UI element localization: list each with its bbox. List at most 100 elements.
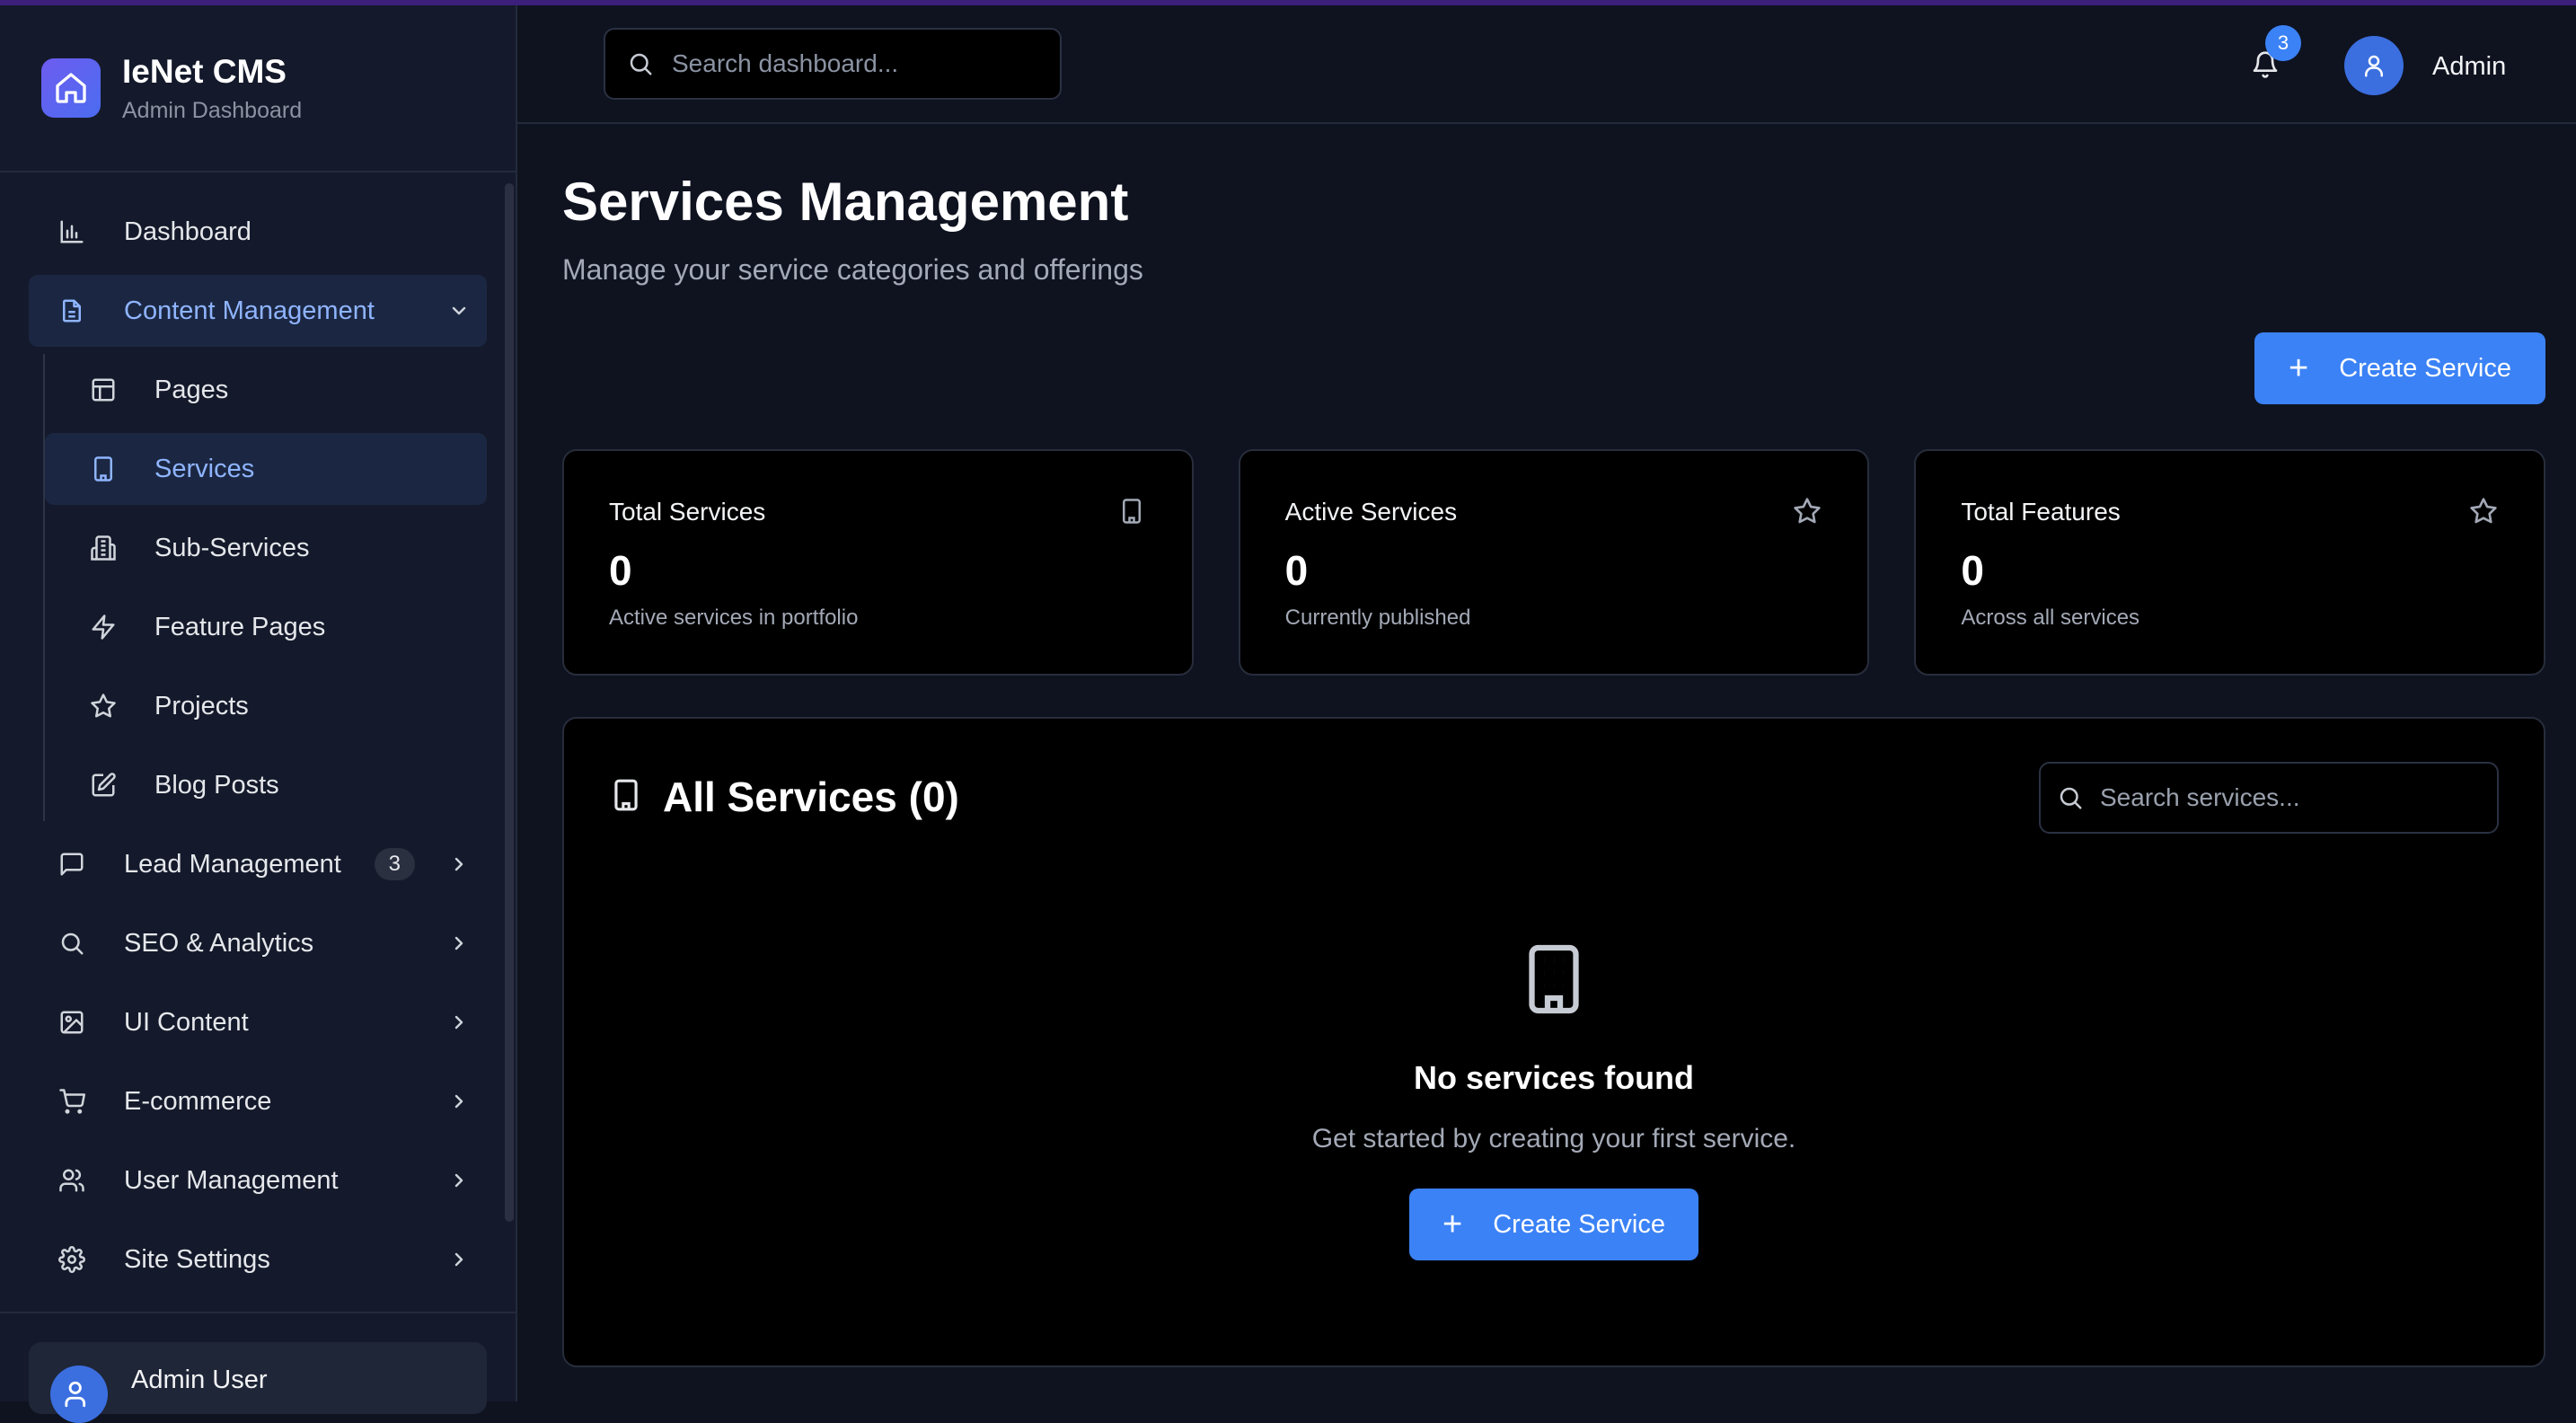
bar-chart-icon (56, 216, 88, 248)
user-menu-name[interactable]: Admin (2432, 52, 2506, 82)
sidebar-item-label: Sub-Services (154, 533, 310, 562)
sidebar-divider (0, 1312, 516, 1313)
sidebar-item-label: SEO & Analytics (124, 928, 314, 958)
sidebar-item-lead-management[interactable]: Lead Management 3 (29, 828, 487, 900)
empty-state-text: Get started by creating your first servi… (1311, 1124, 1796, 1153)
sidebar-nav: Dashboard Content Management Pages Servi… (29, 196, 487, 1303)
stat-card-active-services: Active Services 0 Currently published (1238, 449, 1870, 676)
create-service-label: Create Service (1493, 1209, 1665, 1239)
sidebar-item-label: UI Content (124, 1007, 249, 1037)
stat-description: Across all services (1961, 605, 2140, 630)
empty-state: No services found Get started by creatin… (564, 938, 2544, 1260)
sidebar-item-blog-posts[interactable]: Blog Posts (45, 749, 487, 821)
sidebar-item-label: Feature Pages (154, 612, 326, 641)
search-placeholder: Search dashboard... (672, 49, 899, 77)
user-icon (2365, 55, 2383, 77)
sidebar-item-services[interactable]: Services (45, 433, 487, 505)
sidebar-item-label: Lead Management (124, 849, 341, 879)
sidebar-user-card[interactable]: Admin User (29, 1342, 487, 1423)
sidebar-item-site-settings[interactable]: Site Settings (29, 1224, 487, 1295)
plus-icon: + (1442, 1206, 1463, 1243)
dashboard-search-input[interactable]: Search dashboard... (604, 28, 1062, 100)
brand-title: IeNet CMS (122, 52, 287, 90)
sidebar-item-dashboard[interactable]: Dashboard (29, 196, 487, 268)
content-submenu: Pages Services Sub-Services Feature Page… (43, 354, 487, 821)
sidebar-item-pages[interactable]: Pages (45, 354, 487, 426)
avatar[interactable] (2344, 36, 2404, 95)
app-shell: IeNet CMS Admin Dashboard Dashboard Cont… (0, 5, 2576, 1423)
star-icon (1792, 496, 1822, 526)
message-icon (56, 848, 88, 880)
search-icon (2060, 787, 2082, 809)
empty-state-title: No services found (1413, 1059, 1695, 1096)
lightning-icon (88, 612, 119, 642)
create-service-empty-button[interactable]: + Create Service (1409, 1189, 1698, 1260)
main-content: Search dashboard... 3 Admin Services Man… (517, 5, 2576, 1401)
sidebar-item-content-management[interactable]: Content Management (29, 275, 487, 347)
create-service-label: Create Service (2339, 353, 2511, 383)
stat-description: Currently published (1284, 605, 1471, 630)
sidebar-item-label: E-commerce (124, 1086, 272, 1116)
sidebar-item-feature-pages[interactable]: Feature Pages (45, 591, 487, 663)
sidebar-item-sub-services[interactable]: Sub-Services (45, 512, 487, 584)
chevron-right-icon (446, 1088, 472, 1115)
panel-title: All Services (0) (663, 773, 959, 820)
search-placeholder: Search services... (2100, 783, 2300, 811)
topbar: Search dashboard... 3 Admin (517, 5, 2576, 124)
chevron-down-icon (446, 297, 472, 324)
stat-label: Total Features (1961, 498, 2121, 526)
chevron-right-icon (446, 851, 472, 878)
brand-subtitle: Admin Dashboard (122, 97, 303, 123)
stat-description: Active services in portfolio (609, 605, 859, 630)
sidebar-user-name: Admin User (131, 1366, 268, 1394)
building-icon (1116, 496, 1147, 526)
document-icon (56, 295, 88, 327)
sidebar-item-projects[interactable]: Projects (45, 670, 487, 742)
panel-header: All Services (0) (609, 773, 959, 821)
chevron-right-icon (446, 1167, 472, 1194)
sidebar: IeNet CMS Admin Dashboard Dashboard Cont… (0, 5, 517, 1423)
sidebar-item-seo-analytics[interactable]: SEO & Analytics (29, 907, 487, 979)
stat-label: Active Services (1284, 498, 1458, 526)
gear-icon (56, 1243, 88, 1276)
building-icon (609, 778, 643, 817)
stat-label: Total Services (609, 498, 766, 526)
sidebar-scrollbar[interactable] (505, 183, 514, 1222)
stat-card-total-services: Total Services 0 Active services in port… (562, 449, 1194, 676)
sidebar-item-e-commerce[interactable]: E-commerce (29, 1065, 487, 1137)
lead-count-badge: 3 (374, 848, 415, 880)
buildings-icon (88, 533, 119, 563)
stat-value: 0 (1284, 547, 1309, 594)
search-icon (56, 927, 88, 959)
brand-header[interactable]: IeNet CMS Admin Dashboard (0, 5, 516, 172)
building-icon (1516, 938, 1592, 1025)
plus-icon: + (2288, 349, 2309, 387)
sidebar-item-label: User Management (124, 1165, 339, 1195)
avatar (50, 1366, 108, 1423)
create-service-button[interactable]: + Create Service (2254, 332, 2545, 404)
sidebar-item-label: Site Settings (124, 1244, 270, 1274)
stat-value: 0 (1961, 547, 1984, 594)
sidebar-item-ui-content[interactable]: UI Content (29, 986, 487, 1058)
image-icon (56, 1006, 88, 1039)
chevron-right-icon (446, 1009, 472, 1036)
edit-icon (88, 770, 119, 800)
chevron-right-icon (446, 1246, 472, 1273)
notification-badge: 3 (2265, 25, 2301, 61)
chevron-right-icon (446, 930, 472, 957)
stat-card-total-features: Total Features 0 Across all services (1914, 449, 2546, 676)
sidebar-item-user-management[interactable]: User Management (29, 1145, 487, 1216)
users-icon (56, 1164, 88, 1197)
services-search-input[interactable]: Search services... (2039, 762, 2499, 834)
sidebar-item-label: Pages (154, 375, 229, 404)
star-icon (88, 691, 119, 721)
all-services-panel: All Services (0) Search services... No s… (562, 717, 2545, 1367)
layout-icon (88, 375, 119, 405)
search-icon (630, 53, 652, 75)
page-title: Services Management (562, 172, 1129, 232)
sidebar-item-label: Dashboard (124, 217, 251, 246)
star-icon (2468, 496, 2499, 526)
sidebar-item-label: Content Management (124, 296, 375, 325)
stat-value: 0 (609, 547, 632, 594)
stats-row: Total Services 0 Active services in port… (562, 449, 2546, 676)
